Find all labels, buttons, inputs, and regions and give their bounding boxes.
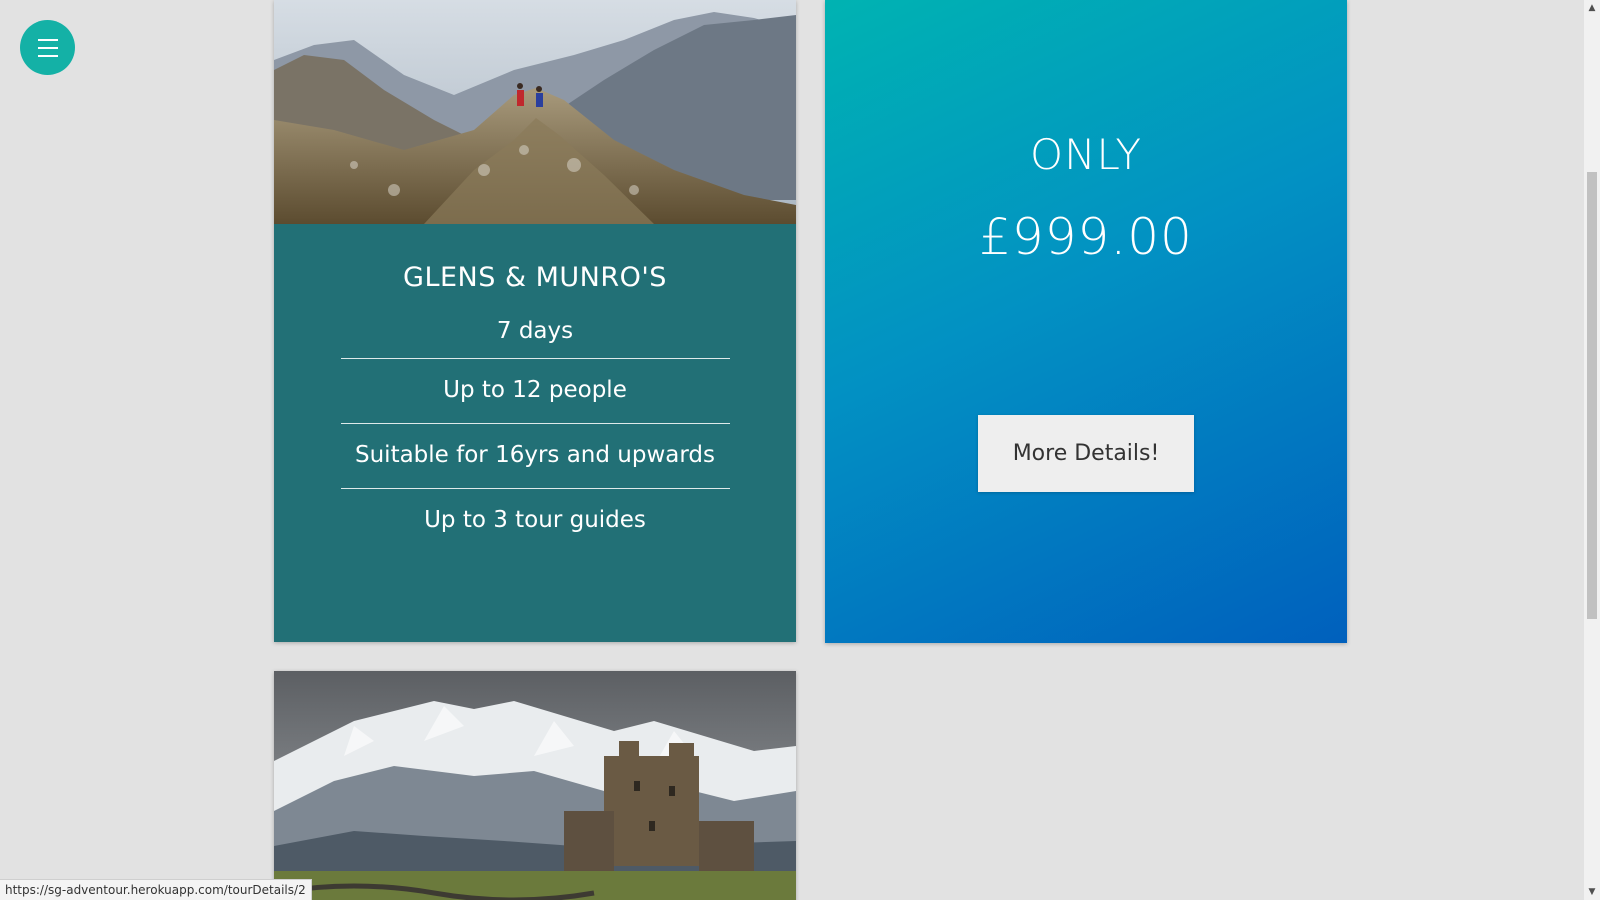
scrollbar-thumb[interactable] xyxy=(1587,172,1597,619)
tour-card: GLENS & MUNRO'S 7 days Up to 12 people S… xyxy=(274,0,796,642)
tour-details: GLENS & MUNRO'S 7 days Up to 12 people S… xyxy=(274,224,796,554)
tour-photo-castle xyxy=(274,671,796,900)
feature-group-size: Up to 12 people xyxy=(340,359,730,424)
price-only-label: ONLY xyxy=(1030,130,1142,179)
hamburger-menu-icon-line xyxy=(37,46,58,49)
hamburger-menu-icon xyxy=(37,38,58,41)
feature-duration: 7 days xyxy=(340,311,730,359)
feature-age-requirement: Suitable for 16yrs and upwards xyxy=(340,424,730,489)
tour-photo-mountain-hikers xyxy=(274,0,796,224)
feature-tour-guides: Up to 3 tour guides xyxy=(424,507,646,533)
tour-card xyxy=(274,671,796,900)
price-value: £999.00 xyxy=(979,208,1193,266)
tour-feature-list: 7 days Up to 12 people Suitable for 16yr… xyxy=(340,311,730,554)
tour-title: GLENS & MUNRO'S xyxy=(403,262,667,293)
hamburger-menu-icon-line xyxy=(37,54,58,57)
vertical-scrollbar[interactable]: ▲ ▼ xyxy=(1584,0,1600,900)
scroll-up-arrow-icon[interactable]: ▲ xyxy=(1584,0,1600,16)
scroll-down-arrow-icon[interactable]: ▼ xyxy=(1584,884,1600,900)
price-panel: ONLY £999.00 More Details! xyxy=(825,0,1347,643)
menu-button[interactable] xyxy=(20,20,75,75)
status-bar-url: https://sg-adventour.herokuapp.com/tourD… xyxy=(0,879,312,900)
more-details-button[interactable]: More Details! xyxy=(978,415,1194,492)
